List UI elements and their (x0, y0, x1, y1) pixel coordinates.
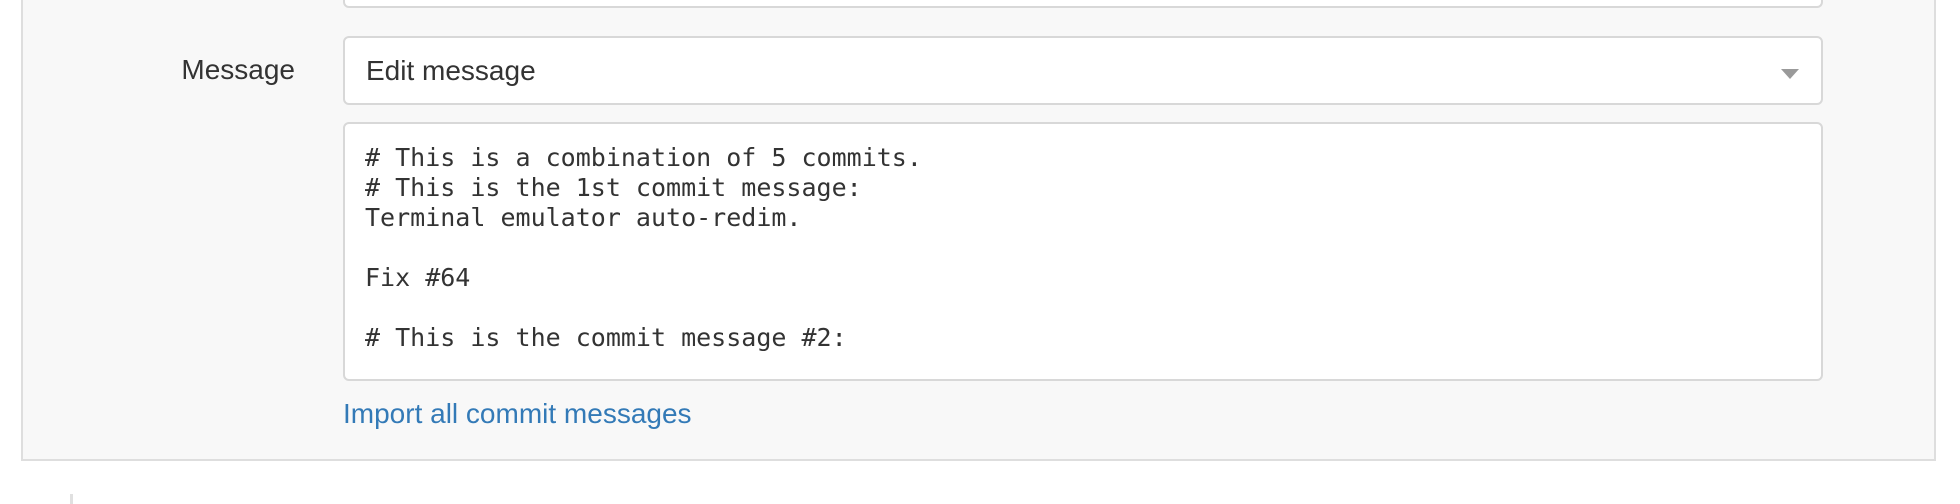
chevron-down-icon (1781, 69, 1799, 79)
next-section-border (70, 494, 73, 504)
import-all-commit-messages-link[interactable]: Import all commit messages (343, 398, 692, 430)
message-label: Message (181, 54, 295, 85)
message-mode-select[interactable]: Edit message (343, 36, 1823, 105)
message-mode-selected-value: Edit message (366, 55, 536, 86)
merge-form-panel: Message Edit message # This is a combina… (21, 0, 1936, 461)
previous-field[interactable] (343, 0, 1823, 8)
commit-message-textarea[interactable]: # This is a combination of 5 commits. # … (343, 122, 1823, 381)
